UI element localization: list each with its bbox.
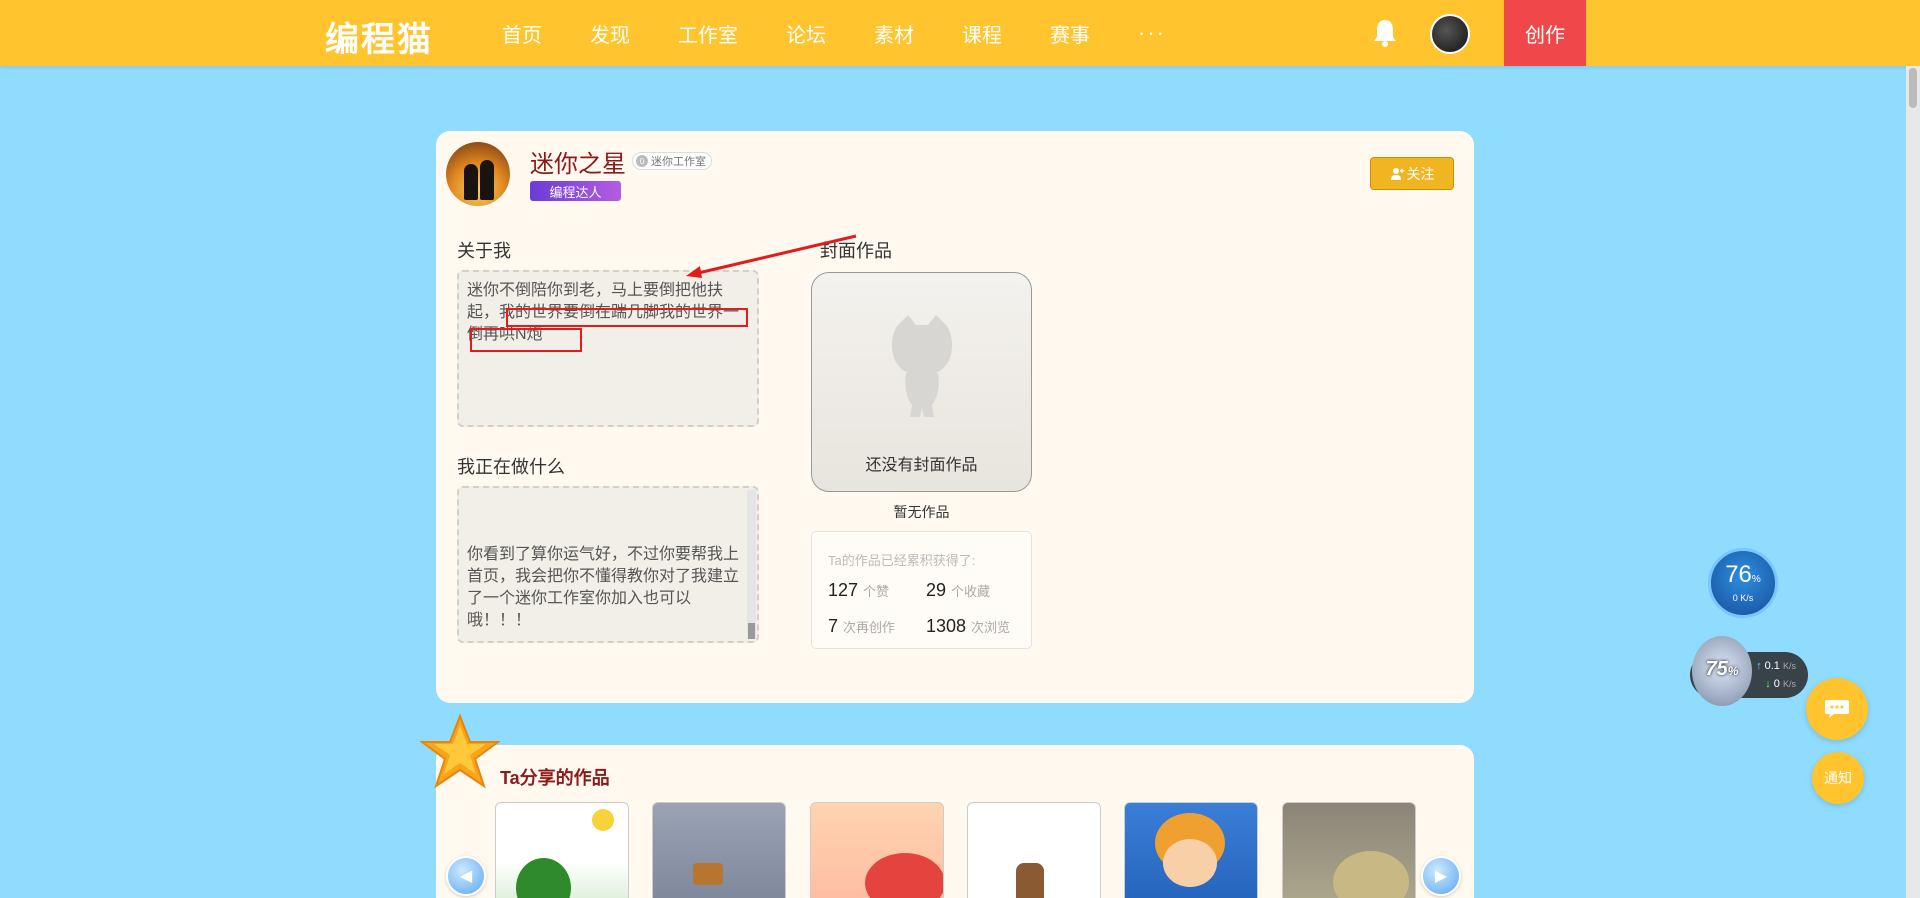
main-nav: 首页 发现 工作室 论坛 素材 课程 赛事 ··· (502, 0, 1166, 66)
work-thumbnail[interactable] (810, 802, 944, 898)
cpu-gauge-widget[interactable]: 76% 0 K/s (1708, 548, 1778, 618)
work-thumbnail[interactable] (495, 802, 629, 898)
work-thumbnail[interactable] (652, 802, 786, 898)
studio-tag[interactable]: 0 迷你工作室 (632, 152, 712, 170)
annotation-arrow (686, 234, 857, 278)
star-icon (420, 713, 500, 789)
profile-card: 迷你之星 0 迷你工作室 编程达人 关注 关于我 迷你不倒陪你到老，马上要倒把他… (436, 131, 1474, 703)
follow-button[interactable]: 关注 (1370, 157, 1454, 190)
nav-studio[interactable]: 工作室 (678, 19, 738, 48)
stat-views: 1308 次浏览 (926, 616, 1016, 636)
mascot-avatar[interactable]: 75% (1692, 636, 1752, 706)
site-logo[interactable]: 编程猫 (325, 12, 433, 61)
chat-button[interactable] (1806, 678, 1868, 740)
placeholder-mascot-icon (892, 315, 952, 417)
net-percent: 75 (1705, 658, 1728, 680)
stat-likes-unit: 个赞 (863, 584, 890, 599)
stat-likes: 127 个赞 (828, 580, 890, 600)
bell-icon[interactable] (1372, 18, 1398, 48)
studio-icon: 0 (636, 155, 648, 167)
stat-remix: 7 次再创作 (828, 616, 896, 636)
cover-empty-text: 还没有封面作品 (865, 457, 978, 474)
stat-remix-unit: 次再创作 (843, 620, 896, 635)
net-down-unit: K/s (1782, 679, 1796, 689)
work-thumbnail[interactable] (967, 802, 1101, 898)
annotation-box-1 (506, 308, 748, 327)
net-up-arrow-icon: ↑ (1756, 660, 1765, 672)
stats-box: Ta的作品已经累积获得了: 127 个赞 29 个收藏 7 次再创作 1308 次浏览 (811, 531, 1032, 649)
net-up-unit: K/s (1782, 661, 1796, 671)
gauge-unit: % (1751, 574, 1761, 585)
doing-title: 我正在做什么 (457, 457, 565, 477)
nav-course[interactable]: 课程 (962, 19, 1002, 48)
net-down-value: 0 (1773, 678, 1780, 690)
nav-forum[interactable]: 论坛 (786, 19, 826, 48)
net-down-arrow-icon: ↓ (1765, 678, 1774, 690)
net-up-value: 0.1 (1764, 660, 1780, 672)
work-thumbnail[interactable] (1282, 802, 1416, 898)
create-button[interactable]: 创作 (1504, 0, 1586, 66)
about-title: 关于我 (457, 241, 511, 261)
notify-button[interactable]: 通知 (1812, 752, 1864, 804)
nav-discover[interactable]: 发现 (590, 19, 630, 48)
level-badge: 编程达人 (530, 181, 621, 201)
stat-remix-value: 7 (828, 616, 839, 636)
annotation-box-2 (470, 328, 582, 352)
prev-arrow-button[interactable]: ◀ (446, 856, 486, 896)
scrollbar-thumb[interactable] (1909, 68, 1917, 108)
follow-label: 关注 (1406, 165, 1435, 182)
nav-material[interactable]: 素材 (874, 19, 914, 48)
nav-contest[interactable]: 赛事 (1050, 19, 1090, 48)
stat-likes-value: 127 (828, 580, 859, 600)
nav-home[interactable]: 首页 (502, 19, 542, 48)
top-navbar: 编程猫 首页 发现 工作室 论坛 素材 课程 赛事 ··· 创作 (0, 0, 1920, 66)
stat-favorites-value: 29 (926, 580, 947, 600)
profile-name: 迷你之星 (530, 151, 626, 178)
page-scrollbar[interactable] (1906, 66, 1920, 898)
stats-title: Ta的作品已经累积获得了: (828, 553, 976, 568)
doing-text-box[interactable]: 你看到了算你运气好，不过你要帮我上首页，我会把你不懂得教你对了我建立了一个迷你工… (457, 486, 759, 643)
stat-favorites-unit: 个收藏 (951, 584, 991, 599)
doing-text: 你看到了算你运气好，不过你要帮我上首页，我会把你不懂得教你对了我建立了一个迷你工… (467, 546, 740, 629)
shared-works-title: Ta分享的作品 (500, 768, 610, 788)
stat-views-unit: 次浏览 (971, 620, 1011, 635)
studio-tag-label: 迷你工作室 (651, 156, 706, 168)
stat-views-value: 1308 (926, 616, 967, 636)
gauge-value: 76 (1725, 561, 1752, 588)
net-percent-unit: % (1727, 664, 1739, 678)
add-user-icon (1390, 167, 1404, 180)
doing-scrollbar-thumb[interactable] (748, 623, 755, 639)
doing-scrollbar[interactable] (747, 490, 756, 639)
stat-favorites: 29 个收藏 (926, 580, 991, 600)
profile-avatar (446, 142, 510, 206)
user-avatar[interactable] (1430, 14, 1470, 54)
no-works-text: 暂无作品 (893, 504, 950, 520)
next-arrow-button[interactable]: ▶ (1421, 856, 1461, 896)
work-thumbnail[interactable] (1124, 802, 1258, 898)
gauge-rate: 0 K/s (1732, 593, 1754, 603)
cover-work-box: 还没有封面作品 (811, 272, 1032, 492)
chat-bubble-icon (1825, 700, 1849, 718)
nav-more[interactable]: ··· (1138, 20, 1166, 46)
